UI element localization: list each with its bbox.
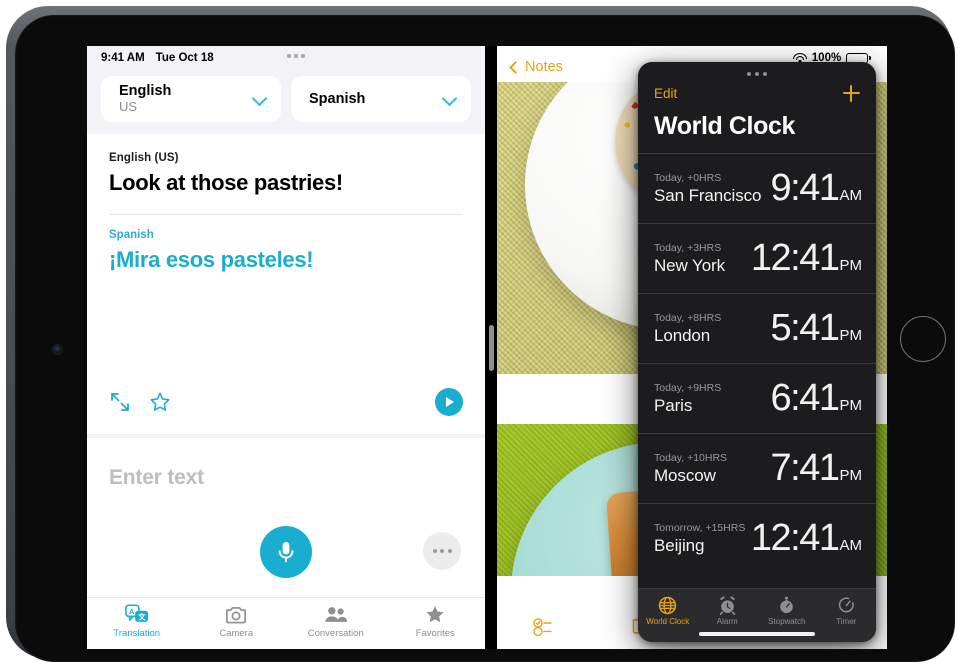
notes-checklist-button[interactable] bbox=[497, 618, 595, 637]
tab-stopwatch[interactable]: Stopwatch bbox=[757, 595, 817, 626]
clock-offset: Tomorrow, +15HRS bbox=[654, 521, 746, 534]
status-bar-time: 9:41 AM bbox=[101, 52, 145, 64]
tab-conversation-label: Conversation bbox=[307, 628, 364, 639]
tab-favorites-label: Favorites bbox=[415, 628, 455, 639]
star-filled-icon bbox=[424, 603, 446, 625]
home-button[interactable] bbox=[900, 316, 946, 362]
target-text[interactable]: ¡Mira esos pasteles! bbox=[109, 247, 463, 273]
alarm-icon bbox=[718, 595, 737, 615]
clock-time: 7:41 bbox=[770, 447, 840, 489]
clock-city: Moscow bbox=[654, 465, 716, 485]
table-row[interactable]: Tomorrow, +15HRS Beijing 12:41 AM bbox=[638, 503, 876, 573]
translate-app-pane: 9:41 AM Tue Oct 18 English US Spanish En… bbox=[87, 46, 485, 649]
tab-world-clock[interactable]: World Clock bbox=[638, 595, 698, 626]
chevron-down-icon bbox=[441, 90, 458, 107]
source-text[interactable]: Look at those pastries! bbox=[109, 170, 463, 196]
tab-favorites[interactable]: Favorites bbox=[386, 603, 486, 639]
clock-meridiem: PM bbox=[839, 397, 863, 414]
tab-translation[interactable]: A 文 Translation bbox=[87, 603, 187, 639]
source-language-region: US bbox=[119, 98, 138, 114]
clock-offset: Today, +9HRS bbox=[654, 381, 722, 394]
tab-stopwatch-label: Stopwatch bbox=[768, 617, 806, 626]
camera-icon bbox=[225, 603, 247, 625]
timer-icon bbox=[837, 595, 856, 615]
tab-alarm-label: Alarm bbox=[716, 617, 738, 626]
split-view-handle[interactable] bbox=[489, 325, 494, 371]
clock-edit-button[interactable]: Edit bbox=[654, 86, 677, 101]
microphone-icon[interactable] bbox=[260, 526, 312, 578]
star-outline-icon[interactable] bbox=[149, 391, 171, 413]
plus-icon[interactable] bbox=[843, 84, 860, 102]
clock-meridiem: PM bbox=[839, 467, 863, 484]
status-bar-date: Tue Oct 18 bbox=[155, 52, 214, 64]
multitask-dots-icon[interactable] bbox=[287, 54, 305, 58]
translate-tab-bar: A 文 Translation Camera Conversation Favo… bbox=[87, 597, 485, 649]
card-action-row bbox=[109, 388, 463, 416]
tab-timer-label: Timer bbox=[836, 617, 857, 626]
clock-meridiem: PM bbox=[839, 257, 863, 274]
table-row[interactable]: Today, +9HRS Paris 6:41 PM bbox=[638, 363, 876, 433]
clock-meridiem: PM bbox=[839, 327, 863, 344]
svg-text:A: A bbox=[129, 606, 135, 615]
chevron-left-icon bbox=[509, 60, 522, 74]
clock-city: London bbox=[654, 325, 711, 345]
ipad-device-frame: 9:41 AM Tue Oct 18 English US Spanish En… bbox=[6, 6, 955, 662]
enter-text-placeholder[interactable]: Enter text bbox=[109, 466, 463, 490]
play-circle-icon[interactable] bbox=[435, 388, 463, 416]
tab-camera[interactable]: Camera bbox=[187, 603, 287, 639]
ipad-bezel: 9:41 AM Tue Oct 18 English US Spanish En… bbox=[15, 15, 955, 662]
ellipsis-icon[interactable] bbox=[423, 532, 461, 570]
tab-conversation[interactable]: Conversation bbox=[286, 603, 386, 639]
clock-offset: Today, +0HRS bbox=[654, 171, 722, 184]
source-language-button[interactable]: English US bbox=[101, 76, 281, 122]
clock-nav-bar: Edit bbox=[638, 78, 876, 108]
clock-meridiem: AM bbox=[839, 537, 863, 554]
table-row[interactable]: Today, +3HRS New York 12:41 PM bbox=[638, 223, 876, 293]
stopwatch-icon bbox=[777, 595, 796, 615]
tab-translation-label: Translation bbox=[113, 628, 161, 639]
clock-offset: Today, +3HRS bbox=[654, 241, 722, 254]
table-row[interactable]: Today, +10HRS Moscow 7:41 PM bbox=[638, 433, 876, 503]
translation-icon: A 文 bbox=[124, 603, 149, 625]
clock-city: Paris bbox=[654, 395, 693, 415]
target-language-name: Spanish bbox=[309, 91, 366, 107]
table-row[interactable]: Today, +8HRS London 5:41 PM bbox=[638, 293, 876, 363]
language-selector-bar: English US Spanish bbox=[87, 68, 485, 134]
clock-city: New York bbox=[654, 255, 726, 275]
multitask-dots-icon[interactable] bbox=[638, 62, 876, 78]
globe-icon bbox=[658, 595, 677, 615]
tab-world-clock-label: World Clock bbox=[646, 617, 690, 626]
conversation-icon bbox=[324, 603, 348, 625]
card-divider bbox=[109, 214, 463, 215]
source-label: English (US) bbox=[109, 152, 179, 164]
clock-time: 5:41 bbox=[770, 307, 840, 349]
expand-arrows-icon[interactable] bbox=[109, 391, 131, 413]
clock-time: 12:41 bbox=[750, 517, 840, 559]
source-language-name: English bbox=[119, 83, 172, 100]
clock-meridiem: AM bbox=[839, 187, 863, 204]
clock-app-window[interactable]: Edit World Clock Today, +0HRS San Franci… bbox=[638, 62, 876, 642]
chevron-down-icon bbox=[251, 90, 268, 107]
tab-alarm[interactable]: Alarm bbox=[698, 595, 758, 626]
clock-time: 9:41 bbox=[770, 167, 840, 209]
target-language-button[interactable]: Spanish bbox=[291, 76, 471, 122]
checklist-icon bbox=[533, 618, 559, 637]
translation-card: English (US) Look at those pastries! Spa… bbox=[87, 134, 485, 434]
svg-text:文: 文 bbox=[137, 612, 146, 621]
page-title: World Clock bbox=[654, 112, 795, 140]
clock-time: 12:41 bbox=[750, 237, 840, 279]
clock-offset: Today, +8HRS bbox=[654, 311, 722, 324]
clock-offset: Today, +10HRS bbox=[654, 451, 728, 464]
clock-time: 6:41 bbox=[770, 377, 840, 419]
target-label: Spanish bbox=[109, 229, 154, 241]
table-row[interactable]: Today, +0HRS San Francisco 9:41 AM bbox=[638, 153, 876, 223]
ipad-screen: 9:41 AM Tue Oct 18 English US Spanish En… bbox=[87, 46, 887, 649]
home-indicator[interactable] bbox=[699, 632, 815, 636]
tab-camera-label: Camera bbox=[219, 628, 254, 639]
clock-city: Beijing bbox=[654, 535, 705, 555]
clock-city: San Francisco bbox=[654, 185, 762, 205]
front-camera-icon bbox=[53, 345, 62, 354]
tab-timer[interactable]: Timer bbox=[817, 595, 877, 626]
status-bar-left: 9:41 AM Tue Oct 18 bbox=[87, 46, 485, 68]
